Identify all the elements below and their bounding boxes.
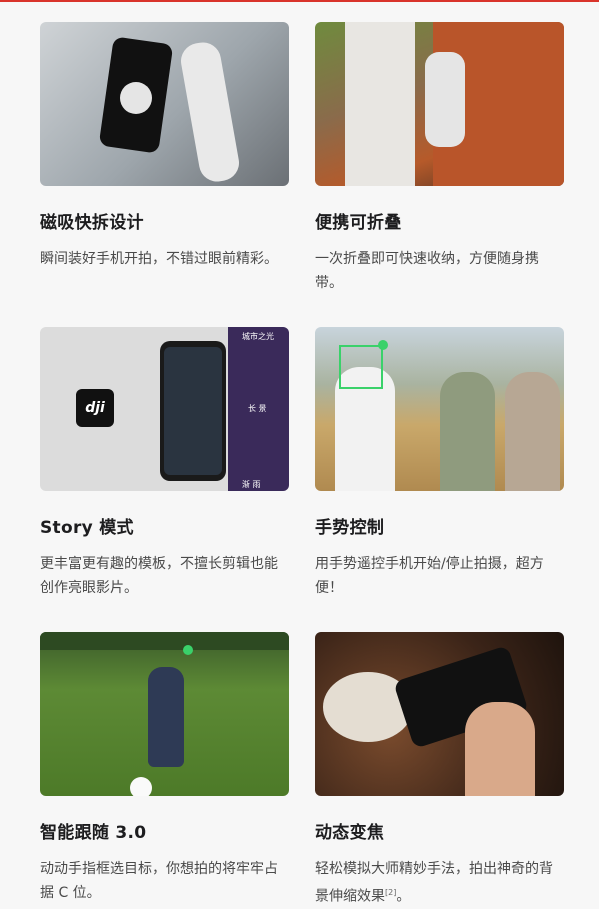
feature-card-foldable: 便携可折叠 一次折叠即可快速收纳，方便随身携带。 <box>315 22 564 295</box>
gesture-focus-box <box>339 345 383 389</box>
feature-card-dynamiczoom: 动态变焦 轻松模拟大师精妙手法，拍出神奇的背景伸缩效果[2]。 <box>315 632 564 909</box>
feature-card-story: dji 城市之光 长 景 渐 雨 Story 模式 更丰富更有趣的模板，不擅长剪… <box>40 327 289 600</box>
feature-image-story: dji 城市之光 长 景 渐 雨 <box>40 327 289 491</box>
feature-desc: 轻松模拟大师精妙手法，拍出神奇的背景伸缩效果[2]。 <box>315 861 553 905</box>
feature-desc: 瞬间装好手机开拍，不错过眼前精彩。 <box>40 251 278 267</box>
trees-shape <box>40 632 289 650</box>
child-shape <box>148 667 184 767</box>
feature-image-magnetic <box>40 22 289 186</box>
feature-title: 手势控制 <box>315 518 385 538</box>
gesture-indicator-dot <box>378 340 388 350</box>
feature-title: Story 模式 <box>40 518 134 538</box>
person-shirt-shape <box>345 22 415 186</box>
feature-image-foldable <box>315 22 564 186</box>
hand-shape <box>465 702 535 796</box>
top-accent-line <box>0 0 599 2</box>
phone-app-shape <box>160 341 226 481</box>
tile-label-mid: 长 景 <box>248 404 267 413</box>
feature-title: 便携可折叠 <box>315 213 402 233</box>
feature-title: 智能跟随 3.0 <box>40 823 147 843</box>
feature-title: 动态变焦 <box>315 823 385 843</box>
feature-desc: 一次折叠即可快速收纳，方便随身携带。 <box>315 251 539 291</box>
feature-desc: 更丰富更有趣的模板，不擅长剪辑也能创作亮眼影片。 <box>40 556 278 596</box>
feature-desc: 动动手指框选目标，你想拍的将牢牢占据 C 位。 <box>40 861 278 901</box>
footnote-ref[interactable]: [2] <box>385 888 396 897</box>
feature-image-activetrack <box>40 632 289 796</box>
feature-desc: 用手势遥控手机开始/停止拍摄，超方便！ <box>315 556 544 596</box>
dji-logo: dji <box>76 389 114 427</box>
ball-shape <box>130 777 152 796</box>
tile-label-top: 城市之光 <box>242 332 274 341</box>
feature-title: 磁吸快拆设计 <box>40 213 144 233</box>
person2-shape <box>440 372 495 491</box>
feature-card-gesture: 手势控制 用手势遥控手机开始/停止拍摄，超方便！ <box>315 327 564 600</box>
feature-image-dynamiczoom <box>315 632 564 796</box>
magnet-clamp-shape <box>120 82 152 114</box>
tile-label-bottom: 渐 雨 <box>242 480 261 489</box>
gimbal-shape <box>178 39 242 185</box>
feature-image-gesture <box>315 327 564 491</box>
feature-card-magnetic: 磁吸快拆设计 瞬间装好手机开拍，不错过眼前精彩。 <box>40 22 289 271</box>
person3-shape <box>505 372 560 491</box>
feature-card-activetrack: 智能跟随 3.0 动动手指框选目标，你想拍的将牢牢占据 C 位。 <box>40 632 289 905</box>
folded-gimbal-shape <box>425 52 465 147</box>
template-tiles: 城市之光 长 景 渐 雨 <box>228 327 289 491</box>
track-indicator-dot <box>183 645 193 655</box>
